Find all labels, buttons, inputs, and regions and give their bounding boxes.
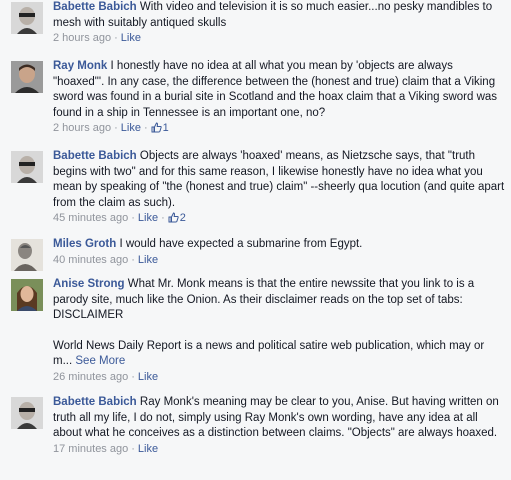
like-count[interactable]: 1 [151,122,169,134]
comment-meta: 40 minutes ago · Like [53,253,159,266]
like-button[interactable]: Like [121,122,141,134]
comment-author[interactable]: Ray Monk [53,60,107,72]
comment-author[interactable]: Babette Babich [53,150,137,162]
avatar[interactable] [11,279,43,311]
comment-timestamp[interactable]: 40 minutes ago [53,254,128,266]
avatar[interactable] [11,61,43,93]
avatar[interactable] [11,2,43,34]
comment-timestamp[interactable]: 26 minutes ago [53,371,128,383]
comment-timestamp[interactable]: 2 hours ago [53,122,111,134]
comment-thread: Babette Babich With video and television… [0,0,511,480]
like-count[interactable]: 2 [168,212,186,224]
like-button[interactable]: Like [138,212,158,224]
like-button[interactable]: Like [138,254,158,266]
comment-meta: 26 minutes ago · Like [53,370,159,383]
avatar[interactable] [11,151,43,183]
comment-author[interactable]: Babette Babich [53,396,137,408]
comment-meta: 45 minutes ago · Like · 2 [53,211,505,228]
comment-author[interactable]: Anise Strong [53,278,125,290]
like-count-number: 1 [162,122,169,134]
comment-meta: 2 hours ago · Like [53,32,141,44]
comment-author[interactable]: Miles Groth [53,238,116,250]
like-count-number: 2 [179,212,186,224]
comment-text: I honestly have no idea at all what you … [53,60,498,119]
comment-text: I would have expected a submarine from E… [119,238,363,250]
avatar[interactable] [11,239,43,271]
avatar[interactable] [11,397,43,429]
see-more-link[interactable]: See More [75,355,125,367]
comment-timestamp[interactable]: 2 hours ago [53,32,111,44]
comment-timestamp[interactable]: 45 minutes ago [53,212,128,224]
thumbs-up-icon [168,212,179,228]
like-button[interactable]: Like [138,371,158,383]
comment-meta: 17 minutes ago · Like [53,442,159,455]
like-button[interactable]: Like [121,32,141,44]
comment-timestamp[interactable]: 17 minutes ago [53,443,128,455]
like-button[interactable]: Like [138,443,158,455]
comment-author[interactable]: Babette Babich [53,1,137,13]
thumbs-up-icon [151,122,162,138]
comment-meta: 2 hours ago · Like · 1 [53,121,505,138]
